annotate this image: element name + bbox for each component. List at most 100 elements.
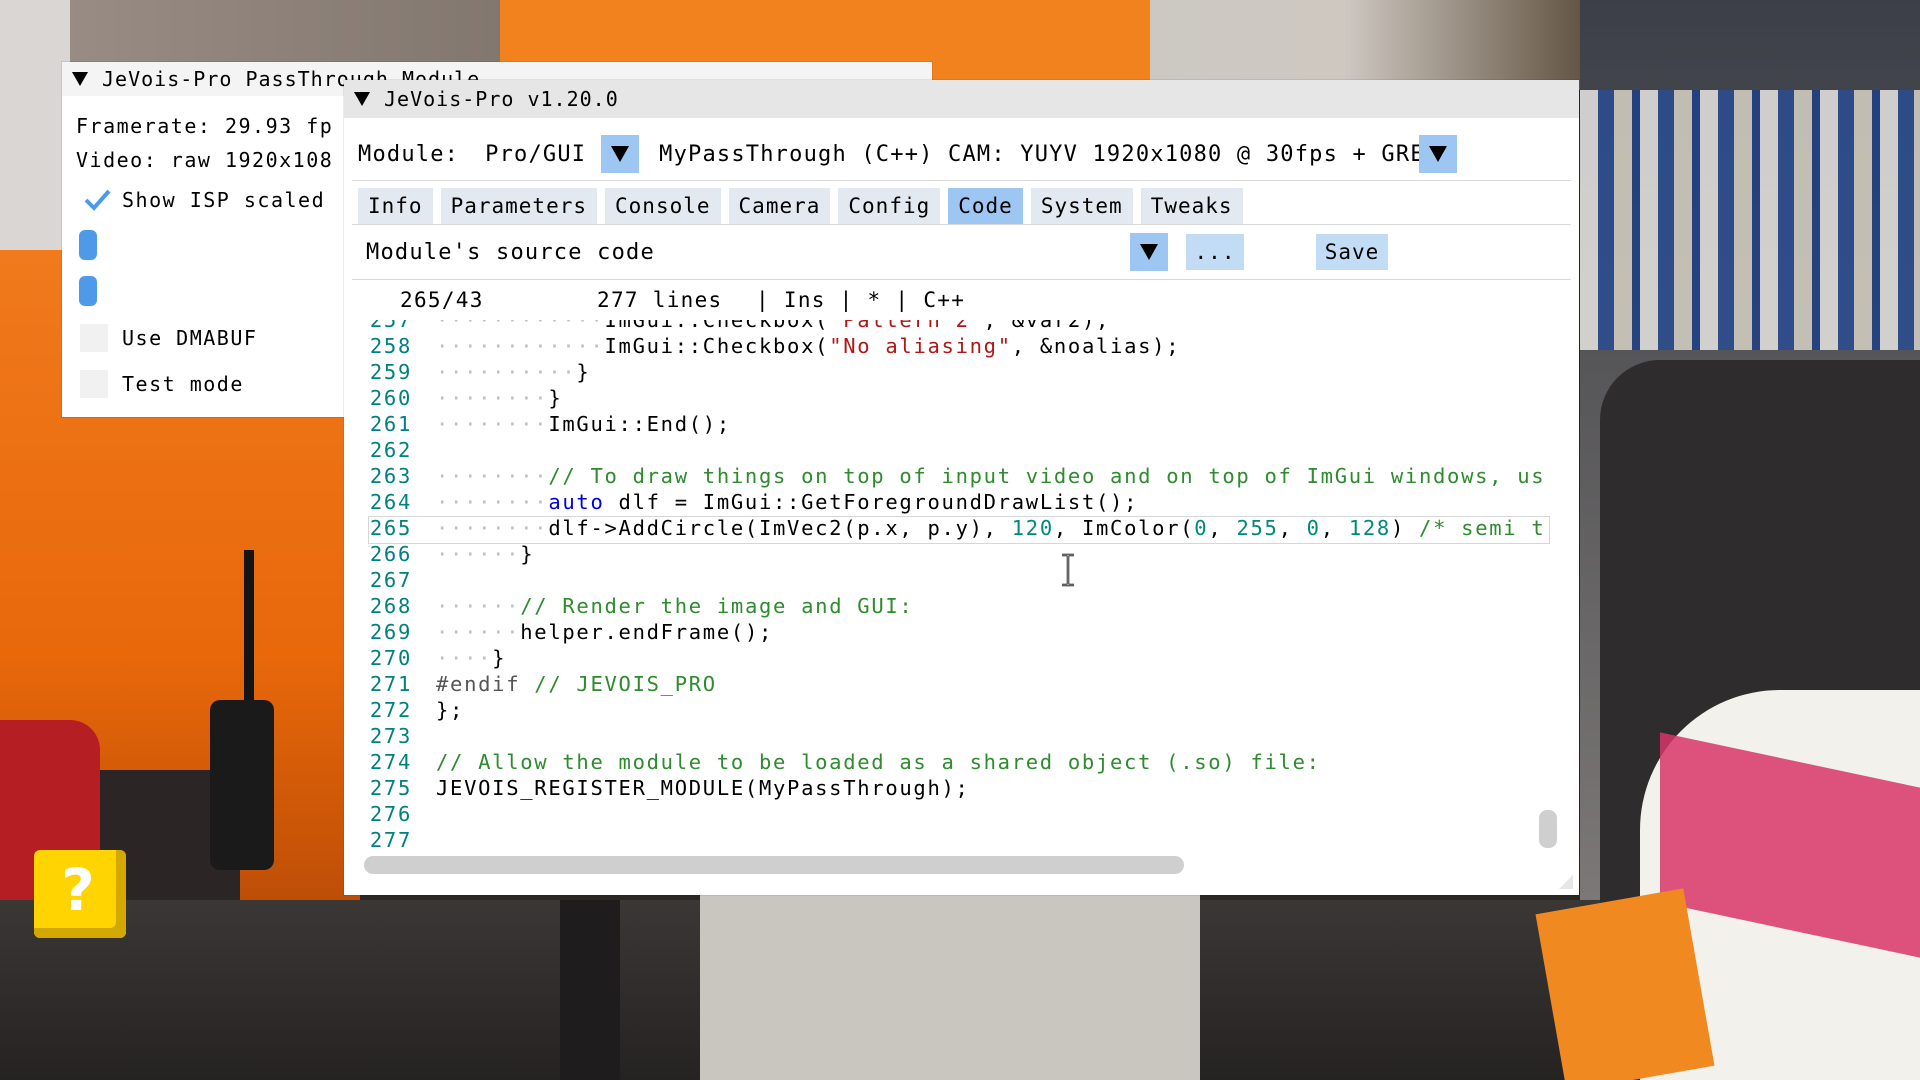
code-line[interactable]: 261 ········ImGui::End();	[354, 411, 731, 437]
module-description-combo-button[interactable]	[1419, 135, 1458, 173]
code-line[interactable]: 273	[354, 723, 436, 749]
module-label: Module:	[358, 141, 460, 167]
ibeam-cursor-icon	[1062, 553, 1074, 587]
code-text: ····}	[436, 646, 507, 670]
code-text: ······helper.endFrame();	[436, 620, 774, 644]
line-number: 270	[369, 646, 412, 670]
line-number: 259	[369, 360, 412, 384]
collapse-triangle-icon[interactable]	[354, 92, 370, 106]
code-text: ········dlf->AddCircle(ImVec2(p.x, p.y),…	[436, 516, 1546, 540]
code-line[interactable]: 259 ··········}	[354, 359, 590, 385]
chevron-down-icon	[611, 146, 630, 162]
code-text: ········// To draw things on top of inpu…	[436, 464, 1546, 488]
cursor-position: 265/43	[400, 288, 484, 312]
tab-system[interactable]: System	[1030, 188, 1133, 224]
test-mode-label: Test mode	[122, 372, 244, 396]
tab-config[interactable]: Config	[838, 188, 941, 224]
tab-info[interactable]: Info	[358, 188, 433, 224]
line-number: 272	[369, 698, 412, 722]
code-text: ··········}	[436, 360, 591, 384]
file-selector-row: Module's source code ... Save	[344, 232, 1579, 272]
editor-mode-status: | Ins | * | C++	[756, 288, 966, 312]
module-row: Module: Pro/GUI MyPassThrough (C++) CAM:…	[344, 132, 1579, 176]
use-dmabuf-label: Use DMABUF	[122, 326, 258, 350]
line-number: 271	[369, 672, 412, 696]
code-line[interactable]: 265 ········dlf->AddCircle(ImVec2(p.x, p.…	[354, 515, 1545, 541]
code-line[interactable]: 257 ············ImGui::Checkbox("Pattern …	[354, 320, 1110, 333]
code-line[interactable]: 276	[354, 801, 436, 827]
code-line[interactable]: 258 ············ImGui::Checkbox("No alias…	[354, 333, 1180, 359]
browse-button[interactable]: ...	[1186, 234, 1244, 270]
line-number: 260	[369, 386, 412, 410]
line-number: 261	[369, 412, 412, 436]
line-number: 266	[369, 542, 412, 566]
line-number: 257	[369, 320, 412, 332]
code-line[interactable]: 260 ········}	[354, 385, 562, 411]
code-text: ········ImGui::End();	[436, 412, 731, 436]
collapse-triangle-icon[interactable]	[72, 72, 88, 86]
line-number: 263	[369, 464, 412, 488]
horizontal-scrollbar[interactable]	[364, 856, 1184, 874]
code-line[interactable]: 266 ······}	[354, 541, 534, 567]
code-text: JEVOIS_REGISTER_MODULE(MyPassThrough);	[436, 776, 970, 800]
window-resize-grip[interactable]	[1559, 875, 1573, 889]
code-line[interactable]: 269 ······helper.endFrame();	[354, 619, 773, 645]
module-description-combo[interactable]: MyPassThrough (C++) CAM: YUYV 1920x1080 …	[659, 142, 1438, 167]
module-combo-button[interactable]	[601, 135, 640, 173]
file-combo-button[interactable]	[1130, 233, 1168, 271]
separator	[352, 279, 1571, 280]
line-number: 277	[369, 828, 412, 852]
vertical-scrollbar[interactable]	[1539, 810, 1557, 848]
test-mode-checkbox[interactable]	[80, 370, 108, 398]
line-number: 264	[369, 490, 412, 514]
code-line[interactable]: 277	[354, 827, 436, 853]
code-line[interactable]: 264 ········auto dlf = ImGui::GetForegrou…	[354, 489, 1138, 515]
code-line[interactable]: 268 ······// Render the image and GUI:	[354, 593, 913, 619]
line-number: 262	[369, 438, 412, 462]
slider-grab-1[interactable]	[79, 230, 97, 260]
tab-tweaks[interactable]: Tweaks	[1140, 188, 1243, 224]
code-line[interactable]: 267	[354, 567, 436, 593]
save-button[interactable]: Save	[1316, 234, 1388, 270]
tab-parameters[interactable]: Parameters	[440, 188, 598, 224]
code-line[interactable]: 274 // Allow the module to be loaded as a…	[354, 749, 1321, 775]
code-line[interactable]: 275 JEVOIS_REGISTER_MODULE(MyPassThrough)…	[354, 775, 970, 801]
show-isp-label: Show ISP scaled	[122, 188, 326, 212]
line-number: 273	[369, 724, 412, 748]
line-number: 276	[369, 802, 412, 826]
video-info-text: Video: raw 1920x108	[76, 148, 334, 172]
slider-grab-2[interactable]	[79, 276, 97, 306]
framerate-text: Framerate: 29.93 fp	[76, 114, 334, 138]
line-number: 267	[369, 568, 412, 592]
tab-bar: Info Parameters Console Camera Config Co…	[358, 188, 1243, 224]
tab-console[interactable]: Console	[605, 188, 721, 224]
line-number: 269	[369, 620, 412, 644]
code-line[interactable]: 262	[354, 437, 436, 463]
tab-camera[interactable]: Camera	[728, 188, 831, 224]
main-window-title: JeVois-Pro v1.20.0	[384, 87, 619, 111]
use-dmabuf-checkbox[interactable]	[80, 324, 108, 352]
code-text: ······}	[436, 542, 535, 566]
separator	[352, 180, 1571, 181]
code-text: // Allow the module to be loaded as a sh…	[436, 750, 1321, 774]
check-icon	[84, 189, 111, 211]
code-line[interactable]: 270 ····}	[354, 645, 506, 671]
code-line[interactable]: 263 ········// To draw things on top of i…	[354, 463, 1545, 489]
line-number: 274	[369, 750, 412, 774]
code-line[interactable]: 271 #endif // JEVOIS_PRO	[354, 671, 717, 697]
chevron-down-icon	[1140, 244, 1158, 260]
show-isp-checkbox[interactable]	[82, 184, 112, 214]
code-text: ······// Render the image and GUI:	[436, 594, 914, 618]
code-text: ············ImGui::Checkbox("Pattern 2",…	[436, 320, 1111, 332]
code-line[interactable]: 272};	[354, 697, 464, 723]
file-combo-value[interactable]: Module's source code	[366, 240, 1130, 265]
code-text: ········auto dlf = ImGui::GetForegroundD…	[436, 490, 1139, 514]
tab-code[interactable]: Code	[948, 188, 1023, 224]
code-text: #endif // JEVOIS_PRO	[436, 672, 717, 696]
module-combo-value[interactable]: Pro/GUI	[485, 142, 601, 167]
code-editor[interactable]: 257 ············ImGui::Checkbox("Pattern …	[354, 320, 1554, 875]
jevois-pro-main-window: JeVois-Pro v1.20.0 Module: Pro/GUI MyPas…	[344, 80, 1579, 895]
main-window-titlebar[interactable]: JeVois-Pro v1.20.0	[344, 80, 1579, 118]
line-number: 268	[369, 594, 412, 618]
code-text: ········}	[436, 386, 563, 410]
